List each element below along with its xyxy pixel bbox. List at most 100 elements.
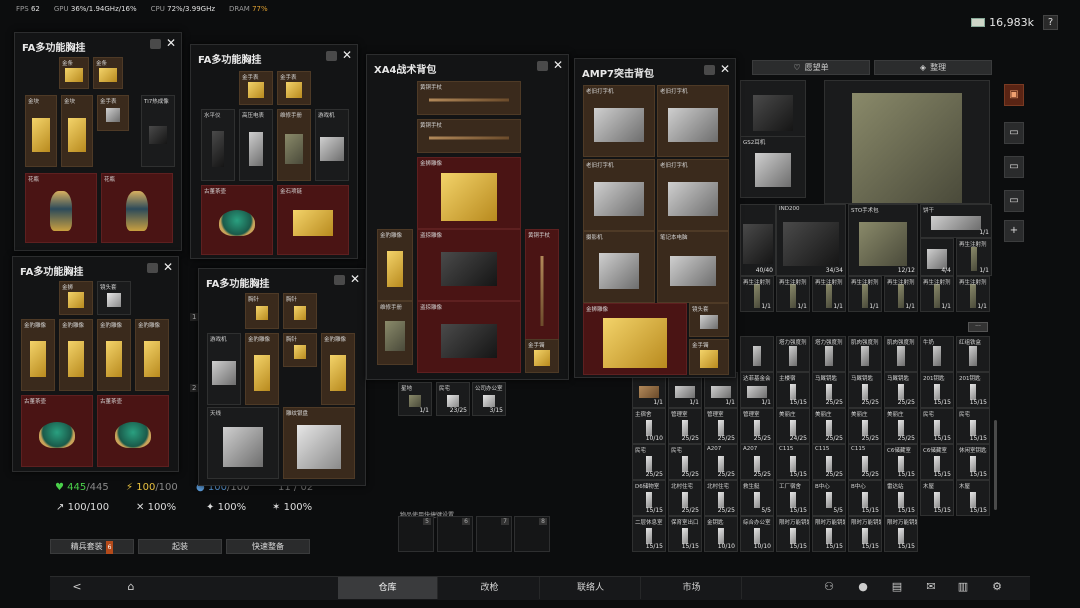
item-cell[interactable]: 花瓶 bbox=[101, 173, 173, 243]
stash-item-cell[interactable]: 再生注射剂 1/1 bbox=[956, 276, 990, 312]
add-tab-button[interactable]: + bbox=[1004, 220, 1024, 242]
stash-key-cell[interactable]: 综合办公室 10/10 bbox=[740, 516, 774, 552]
stash-key-cell[interactable]: C115 25/25 bbox=[848, 444, 882, 480]
eye-icon[interactable] bbox=[537, 61, 548, 71]
stash-key-cell[interactable]: A207 25/25 bbox=[704, 444, 738, 480]
item-cell[interactable]: 金块 bbox=[61, 95, 93, 167]
item-cell[interactable]: 雕纹银盘 bbox=[283, 407, 355, 479]
quick-prepare-button[interactable]: 快速整备 bbox=[226, 539, 310, 554]
item-cell[interactable]: 金豹雕像 bbox=[97, 319, 131, 391]
item-cell[interactable]: 金条 bbox=[93, 57, 123, 89]
item-cell[interactable]: 金豹雕像 bbox=[59, 319, 93, 391]
stash-item-cell[interactable]: 牛奶 bbox=[920, 336, 954, 372]
item-cell[interactable]: 盗掠雕像 bbox=[417, 301, 521, 373]
close-icon[interactable]: ✕ bbox=[166, 36, 176, 50]
item-cell[interactable]: 黄铜手杖 bbox=[525, 229, 559, 341]
stash-key-cell[interactable]: B中心 15/15 bbox=[848, 480, 882, 516]
mail-icon[interactable]: ✉ bbox=[924, 580, 938, 594]
item-cell[interactable]: 金豹雕像 bbox=[321, 333, 355, 405]
item-cell[interactable]: 高压电表 bbox=[239, 109, 273, 181]
stash-item-cell[interactable]: 再生注射剂 1/1 bbox=[920, 276, 954, 312]
profile-icon[interactable]: ● bbox=[856, 580, 870, 594]
item-cell[interactable]: 金豹雕像 bbox=[245, 333, 279, 405]
item-cell[interactable]: 镜头套 bbox=[689, 303, 729, 337]
stash-item-cell[interactable]: 饼干 1/1 bbox=[920, 204, 992, 238]
item-cell[interactable]: 胸针 bbox=[283, 293, 317, 329]
more-button[interactable]: ··· bbox=[968, 322, 988, 332]
item-cell[interactable]: 金手镯 bbox=[525, 339, 559, 373]
stash-key-cell[interactable]: 休闲室钥匙 15/15 bbox=[956, 444, 990, 480]
stash-key-cell[interactable]: 保育室出口 15/15 bbox=[668, 516, 702, 552]
loadout-preset-button[interactable]: 精兵套装 6 bbox=[50, 539, 134, 554]
stash-item-cell[interactable]: IND200 34/34 bbox=[776, 204, 846, 276]
item-cell[interactable]: 胸针 bbox=[283, 333, 317, 367]
stash-key-cell[interactable]: 美丽庄 25/25 bbox=[812, 408, 846, 444]
eye-icon[interactable] bbox=[326, 51, 337, 61]
help-button[interactable]: ? bbox=[1043, 15, 1058, 30]
stash-key-cell[interactable]: 北村住宅 25/25 bbox=[668, 480, 702, 516]
stash-key-cell[interactable]: 马厩钥匙 25/25 bbox=[848, 372, 882, 408]
eye-icon[interactable] bbox=[150, 39, 161, 49]
stash-key-cell[interactable]: 201钥匙 15/15 bbox=[920, 372, 954, 408]
stash-key-cell[interactable]: 201钥匙 15/15 bbox=[956, 372, 990, 408]
side-tab-2[interactable]: ▭ bbox=[1004, 122, 1024, 144]
stash-key-cell[interactable]: 限时万能钥匙 15/15 bbox=[848, 516, 882, 552]
item-cell[interactable]: 金狮 bbox=[59, 281, 93, 315]
stash-item-cell[interactable] bbox=[740, 336, 774, 372]
friends-icon[interactable]: ⚇ bbox=[822, 580, 836, 594]
item-cell[interactable]: 金狮雕像 bbox=[417, 157, 521, 229]
stash-key-cell[interactable]: 马厩钥匙 25/25 bbox=[884, 372, 918, 408]
item-cell[interactable]: 游戏机 bbox=[207, 333, 241, 405]
stash-key-cell[interactable]: 美丽庄 25/25 bbox=[884, 408, 918, 444]
item-cell[interactable]: 盗掠雕像 bbox=[417, 229, 521, 301]
stash-key-cell[interactable]: 美丽庄 25/25 bbox=[848, 408, 882, 444]
stash-item-cell[interactable]: 4/4 bbox=[920, 238, 954, 276]
item-cell[interactable]: 摄影机 bbox=[583, 231, 655, 303]
eye-icon[interactable] bbox=[334, 275, 345, 285]
item-cell[interactable]: 金豹雕像 bbox=[135, 319, 169, 391]
item-cell[interactable]: 金狮雕像 bbox=[583, 303, 687, 375]
stash-key-cell[interactable]: 限时万能钥匙 15/15 bbox=[884, 516, 918, 552]
eye-icon[interactable] bbox=[147, 263, 158, 273]
stash-item-cell[interactable]: 再生注射剂 1/1 bbox=[740, 276, 774, 312]
item-cell[interactable]: 金豹雕像 bbox=[377, 229, 413, 301]
stash-item-cell[interactable]: 40/40 bbox=[740, 204, 776, 276]
stash-key-cell[interactable]: 主楼宿 15/15 bbox=[776, 372, 810, 408]
item-cell[interactable]: 花瓶 bbox=[25, 173, 97, 243]
item-cell[interactable]: 黄铜手杖 bbox=[417, 119, 521, 153]
stash-key-cell[interactable]: 木屋 15/15 bbox=[920, 480, 954, 516]
stash-item-cell[interactable] bbox=[824, 80, 990, 204]
item-cell[interactable]: 笔记本电脑 bbox=[657, 231, 729, 303]
close-icon[interactable]: ✕ bbox=[350, 272, 360, 286]
item-cell[interactable]: 维修手册 bbox=[277, 109, 311, 181]
stash-item-cell[interactable]: STO手术包 12/12 bbox=[848, 204, 918, 276]
close-icon[interactable]: ✕ bbox=[720, 62, 730, 76]
item-cell[interactable]: 金手表 bbox=[277, 71, 311, 105]
stash-key-cell[interactable]: 马厩钥匙 25/25 bbox=[812, 372, 846, 408]
stash-key-cell[interactable]: 民宅 15/15 bbox=[956, 408, 990, 444]
stash-item-cell[interactable]: 红组铁盒 bbox=[956, 336, 990, 372]
item-cell[interactable]: 民宅 23/25 bbox=[436, 382, 470, 416]
stash-key-cell[interactable]: C6储藏室 15/15 bbox=[884, 444, 918, 480]
stash-key-cell[interactable]: 救生艇 5/5 bbox=[740, 480, 774, 516]
item-cell[interactable]: 金条 bbox=[59, 57, 89, 89]
item-cell[interactable]: 水平仪 bbox=[201, 109, 235, 181]
item-cell[interactable]: 老旧打字机 bbox=[657, 159, 729, 231]
item-cell[interactable]: 黄铜手杖 bbox=[417, 81, 521, 115]
notes-icon[interactable]: ▥ bbox=[956, 580, 970, 594]
stash-key-cell[interactable]: C6储藏室 15/15 bbox=[920, 444, 954, 480]
stash-item-cell[interactable]: 达菲基金会 1/1 bbox=[740, 372, 774, 408]
stash-key-cell[interactable]: C115 15/15 bbox=[776, 444, 810, 480]
hotkey-slot[interactable]: 7 bbox=[476, 516, 512, 552]
item-cell[interactable]: 公司办公室 3/15 bbox=[472, 382, 506, 416]
stash-key-cell[interactable]: 美丽庄 24/25 bbox=[776, 408, 810, 444]
item-cell[interactable]: 金石项链 bbox=[277, 185, 349, 255]
stash-item-cell[interactable]: GS2耳机 bbox=[740, 136, 806, 198]
stash-item-cell[interactable]: 肌肉强度剂 bbox=[884, 336, 918, 372]
stash-item-cell[interactable]: 再生注射剂 1/1 bbox=[848, 276, 882, 312]
stash-item-cell[interactable]: 再生注射剂 1/1 bbox=[776, 276, 810, 312]
stash-key-cell[interactable]: 民宅 25/25 bbox=[668, 444, 702, 480]
item-cell[interactable]: 金手镯 bbox=[689, 339, 729, 375]
stash-key-cell[interactable]: 工厂宿舍 15/15 bbox=[776, 480, 810, 516]
back-icon[interactable]: < bbox=[70, 580, 84, 594]
